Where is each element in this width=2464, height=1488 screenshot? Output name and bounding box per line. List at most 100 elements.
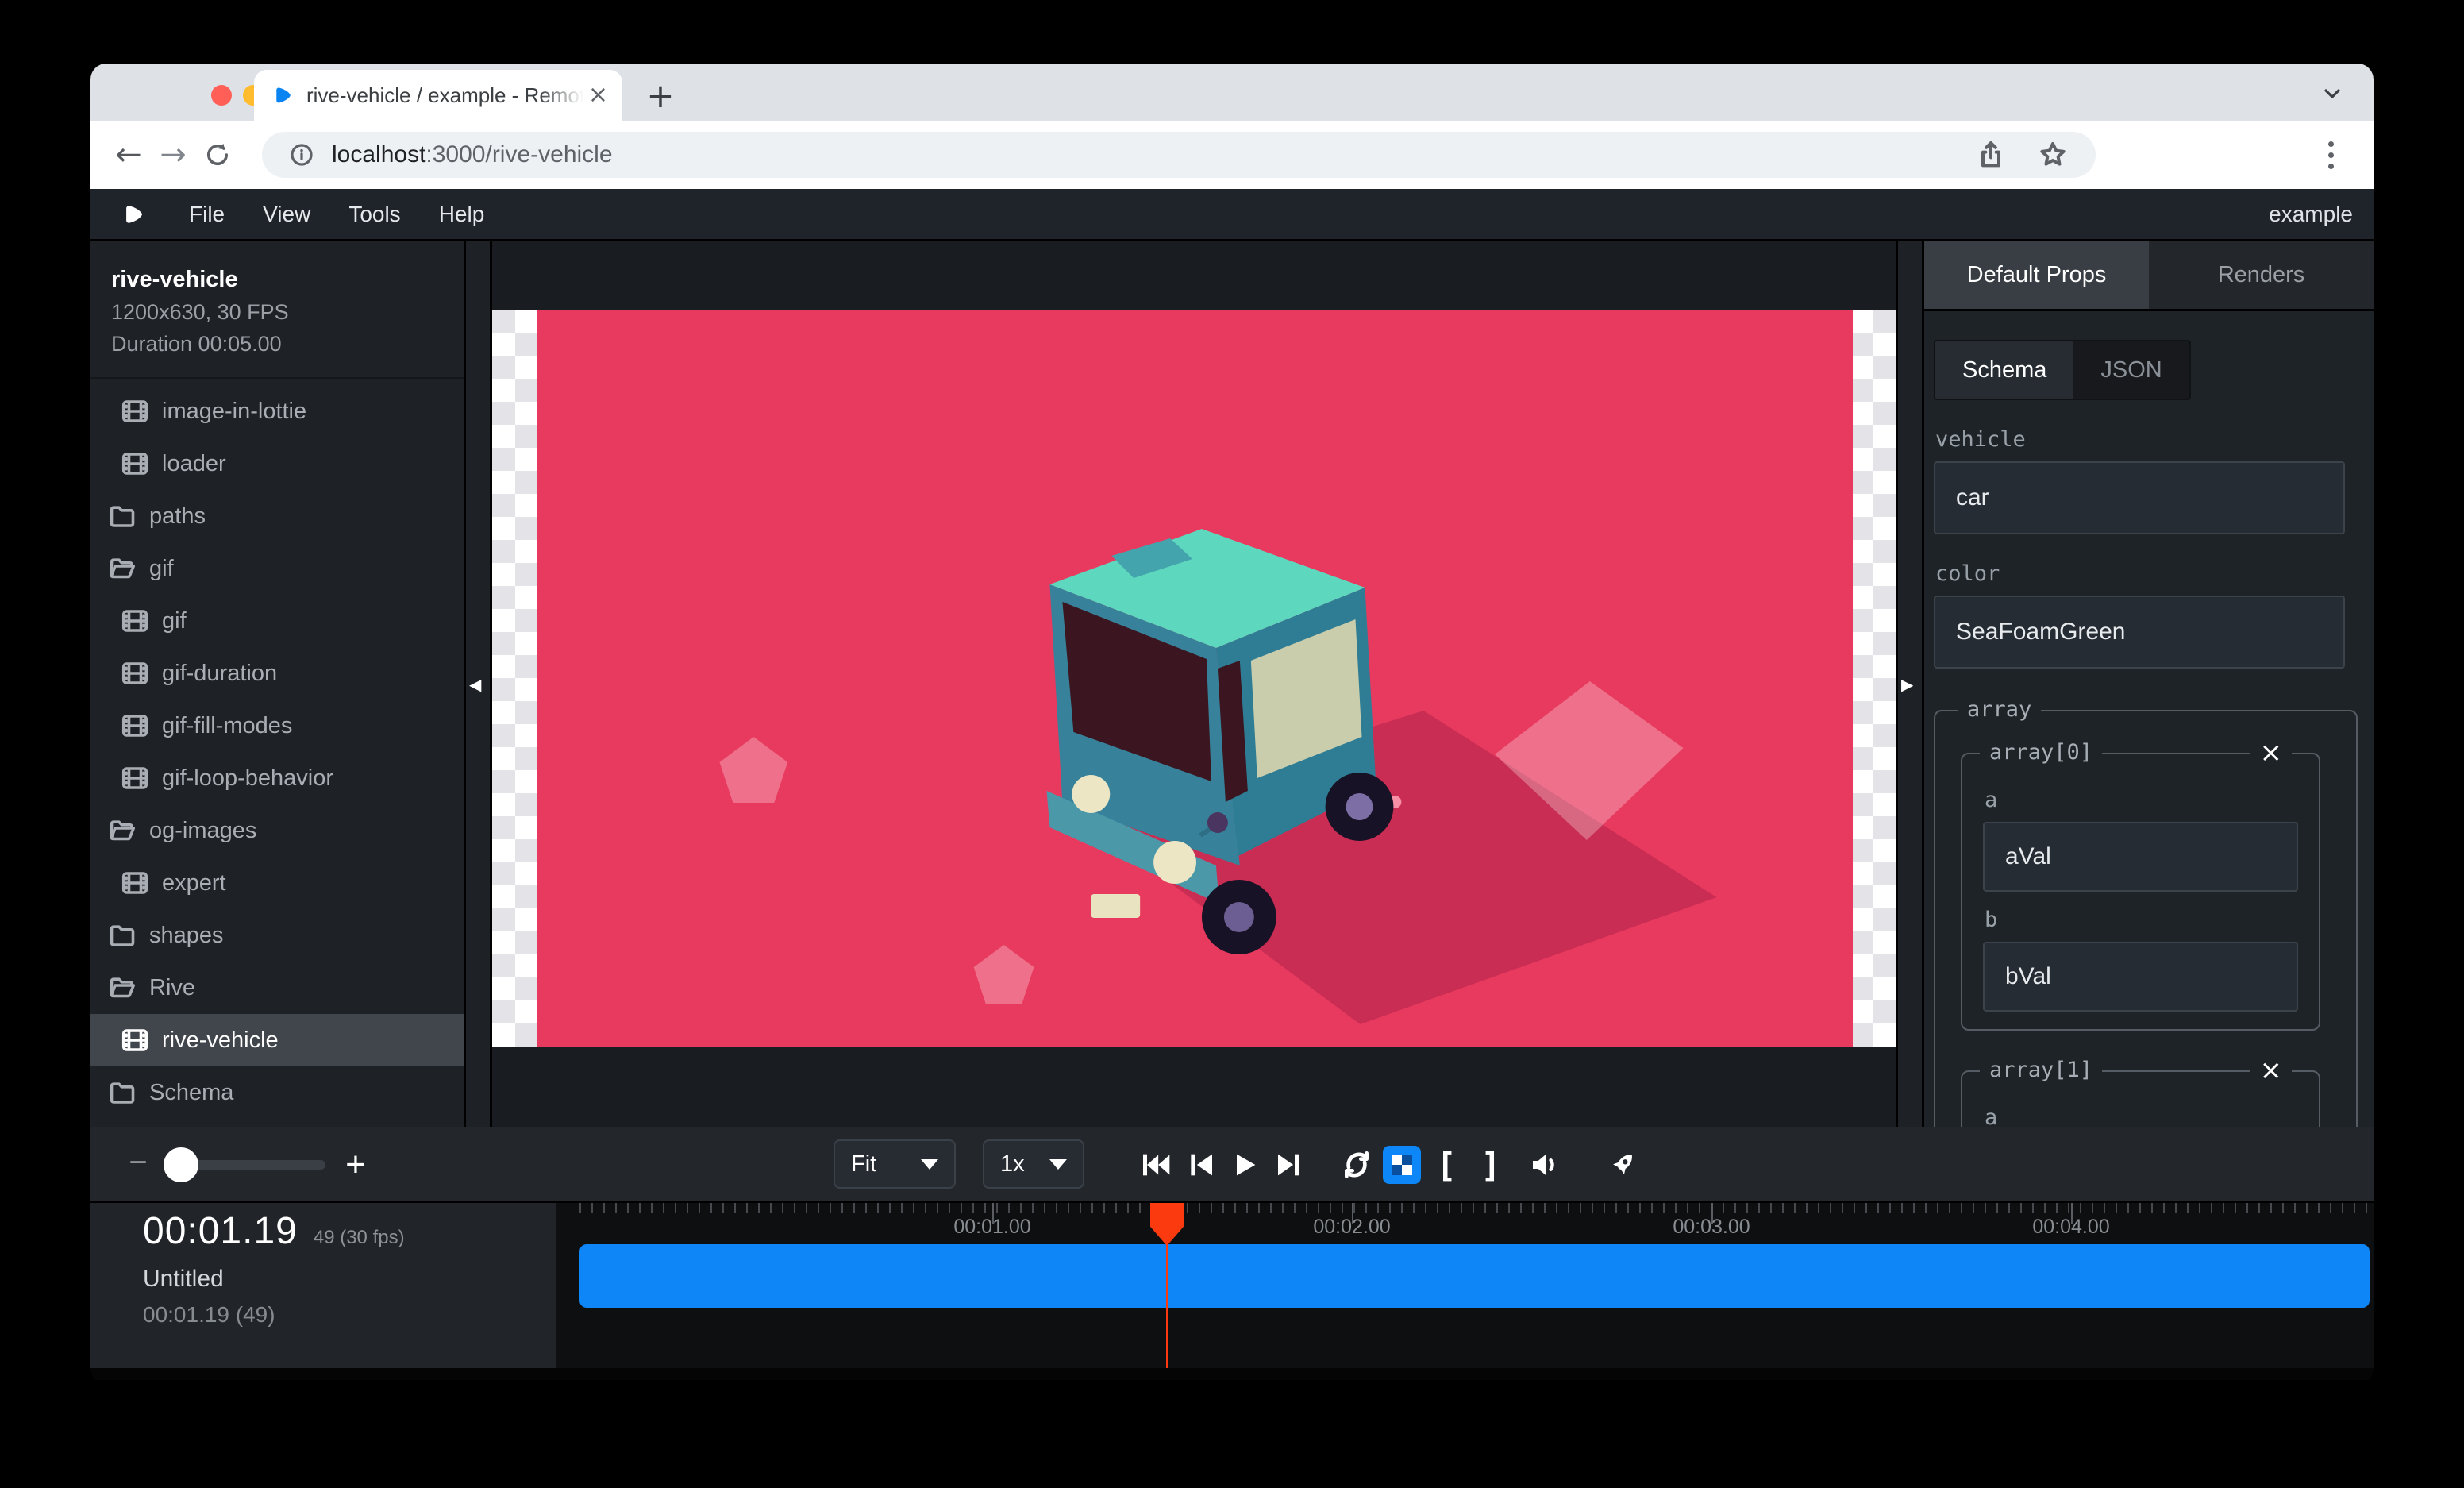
playhead-handle[interactable] [1150,1203,1184,1246]
next-frame-button[interactable] [1271,1146,1309,1184]
playback-speed-dropdown[interactable]: 1x [983,1139,1084,1189]
previous-frame-button[interactable] [1181,1146,1219,1184]
sidebar-item-paths[interactable]: paths [90,490,464,542]
folder-open-icon [108,554,137,583]
folder-icon [108,502,137,530]
project-name-label: example [2269,202,2353,227]
zoom-out-button[interactable]: − [122,1152,154,1176]
composition-canvas[interactable] [492,310,1896,1047]
field-input-color[interactable]: SeaFoamGreen [1934,596,2345,669]
new-tab-button[interactable]: + [641,76,680,114]
zoom-slider-knob[interactable] [164,1147,198,1182]
window-close-button[interactable] [211,85,232,106]
timeline-track-bar[interactable] [579,1244,2370,1308]
loop-toggle-button[interactable] [1338,1146,1376,1184]
fit-dropdown[interactable]: Fit [834,1139,956,1189]
bookmark-star-icon[interactable] [2037,139,2069,171]
sidebar-item-rive-vehicle[interactable]: rive-vehicle [90,1014,464,1066]
toggle-json[interactable]: JSON [2073,341,2189,399]
transparency-checkerboard-toggle[interactable] [1383,1146,1421,1184]
browser-tab[interactable]: rive-vehicle / example - Remoti × [254,70,622,121]
sidebar-item-image-in-lottie[interactable]: image-in-lottie [90,385,464,438]
array-item-1-legend: array[1] [1980,1058,2102,1082]
set-out-point-button[interactable]: ] [1472,1146,1510,1184]
current-timecode: 00:01.19 [143,1209,298,1253]
menu-tools[interactable]: Tools [329,202,419,227]
skip-to-start-button[interactable] [1136,1146,1174,1184]
sidebar-item-expert[interactable]: expert [90,857,464,909]
sidebar-item-Rive[interactable]: Rive [90,962,464,1014]
folder-open-icon [108,973,137,1002]
back-button[interactable]: ← [106,133,151,177]
composition-dimensions: 1200x630, 30 FPS [111,300,464,325]
field-input-a[interactable]: aVal [1983,822,2298,892]
tab-default-props[interactable]: Default Props [1924,241,2149,309]
field-label-color: color [1935,561,2345,586]
left-collapse-gutter[interactable]: ◀ [466,241,490,1127]
right-collapse-gutter[interactable]: ▶ [1898,241,1922,1127]
array-item-0: array[0] × a aVal b bVal [1961,753,2320,1031]
preview-panel [492,241,1896,1127]
film-icon [121,397,149,426]
remotion-logo-icon[interactable] [121,201,148,228]
url-text: localhost:3000/rive-vehicle [332,141,613,168]
remove-array-item-1-button[interactable]: × [2250,1053,2293,1088]
sidebar-item-shapes[interactable]: shapes [90,909,464,962]
share-icon[interactable] [1975,139,2007,171]
sidebar-item-label: shapes [149,923,224,949]
sidebar-item-Schema[interactable]: Schema [90,1066,464,1119]
toggle-schema[interactable]: Schema [1935,341,2073,399]
browser-menu-button[interactable] [2315,137,2347,172]
sidebar-item-gif[interactable]: gif [90,595,464,647]
sidebar-item-label: image-in-lottie [162,399,306,425]
menu-view[interactable]: View [244,202,329,227]
site-info-icon[interactable] [289,142,314,168]
track-name[interactable]: Untitled [143,1266,556,1293]
array-fieldset: array array[0] × a aVal b bVal array[1] … [1934,710,2358,1127]
tab-title-fade [539,83,583,108]
field-input-b[interactable]: bVal [1983,942,2298,1012]
skip-to-start-icon [1139,1149,1171,1181]
play-button[interactable] [1226,1146,1264,1184]
volume-button[interactable] [1526,1146,1564,1184]
sidebar-item-og-images[interactable]: og-images [90,804,464,857]
collapse-right-icon[interactable]: ▶ [1901,675,1913,694]
sidebar-item-gif-loop-behavior[interactable]: gif-loop-behavior [90,752,464,804]
collapse-left-icon[interactable]: ◀ [469,675,481,694]
forward-button[interactable]: → [151,133,195,177]
tab-search-chevron-icon[interactable] [2320,81,2345,106]
array-item-0-legend: array[0] [1980,740,2102,765]
tab-close-icon[interactable]: × [588,83,608,107]
timeline: 00:01.19 49 (30 fps) Untitled 00:01.19 (… [90,1203,2374,1368]
van-illustration [537,310,1853,1047]
timeline-tracks-area[interactable]: 00:01.0000:02.0000:03.0000:04.00 [556,1203,2374,1368]
field-label-b: b [1985,908,2298,932]
sidebar-item-loader[interactable]: loader [90,438,464,490]
main-content: rive-vehicle 1200x630, 30 FPS Duration 0… [90,241,2374,1127]
remove-array-item-0-button[interactable]: × [2250,735,2293,770]
sidebar-item-gif-duration[interactable]: gif-duration [90,647,464,700]
timeline-info-panel: 00:01.19 49 (30 fps) Untitled 00:01.19 (… [90,1203,556,1368]
field-input-vehicle[interactable]: car [1934,461,2345,534]
sidebar-item-gif[interactable]: gif [90,542,464,595]
rocket-icon [1607,1149,1638,1181]
sidebar-item-gif-fill-modes[interactable]: gif-fill-modes [90,700,464,752]
set-in-point-button[interactable]: [ [1427,1146,1465,1184]
composition-title: rive-vehicle [111,267,464,293]
props-panel-body: Schema JSON vehicle car color SeaFoamGre… [1924,311,2374,1127]
field-label-a: a [1985,1105,2298,1127]
menu-file[interactable]: File [170,202,244,227]
remotion-favicon-icon [271,83,295,107]
array-legend: array [1958,697,2041,722]
props-panel: Default Props Renders Schema JSON vehicl… [1924,241,2374,1127]
ruler-label: 00:03.00 [1673,1216,1750,1239]
app-menu-bar: File View Tools Help example [90,189,2374,241]
tab-renders[interactable]: Renders [2149,241,2374,309]
menu-help[interactable]: Help [420,202,504,227]
zoom-slider[interactable] [167,1160,325,1170]
reload-button[interactable] [195,133,240,177]
timeline-ruler[interactable] [579,1203,2374,1213]
zoom-in-button[interactable]: + [338,1147,373,1182]
quick-render-rocket-button[interactable] [1604,1146,1642,1184]
address-bar[interactable]: localhost:3000/rive-vehicle [262,132,2096,178]
